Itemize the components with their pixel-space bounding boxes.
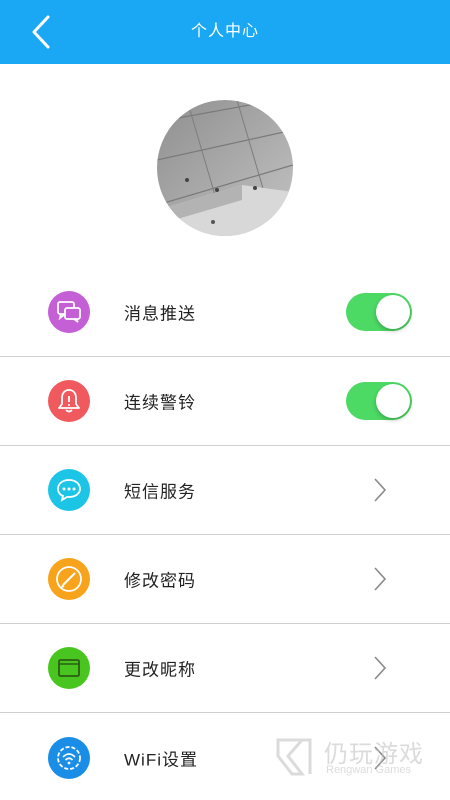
chevron-right-icon: [374, 478, 387, 502]
push-toggle[interactable]: [346, 293, 412, 331]
settings-label: 短信服务: [124, 482, 196, 502]
settings-label: 消息推送: [124, 304, 196, 324]
bell-icon: [48, 380, 90, 422]
watermark: 仍玩游戏 Rengwan Games: [272, 730, 442, 790]
settings-label: WiFi设置: [124, 750, 198, 769]
settings-label: 连续警铃: [124, 393, 196, 413]
settings-label: 更改昵称: [124, 660, 196, 680]
avatar[interactable]: [157, 100, 293, 236]
settings-row-password[interactable]: 修改密码: [0, 535, 450, 624]
app-header: 个人中心: [0, 0, 450, 64]
settings-row-push[interactable]: 消息推送: [0, 268, 450, 357]
alarm-toggle[interactable]: [346, 382, 412, 420]
settings-list: 消息推送 连续警铃 短信服务 修改密码 更改昵称 WiFi设置: [0, 268, 450, 800]
toggle-knob: [376, 295, 410, 329]
settings-label: 修改密码: [124, 571, 196, 591]
toggle-knob: [376, 384, 410, 418]
chat-bubbles-icon: [48, 291, 90, 333]
settings-row-alarm[interactable]: 连续警铃: [0, 357, 450, 446]
chevron-right-icon: [374, 567, 387, 591]
profile-section: [0, 64, 450, 284]
card-icon: [48, 647, 90, 689]
sms-icon: [48, 469, 90, 511]
pencil-icon: [48, 558, 90, 600]
page-title: 个人中心: [190, 23, 259, 40]
watermark-subtext: Rengwan Games: [326, 764, 411, 776]
wifi-gear-icon: [48, 736, 90, 779]
chevron-right-icon: [374, 656, 387, 680]
settings-row-sms[interactable]: 短信服务: [0, 446, 450, 535]
rengwan-logo-icon: [276, 738, 312, 776]
settings-row-nickname[interactable]: 更改昵称: [0, 624, 450, 713]
